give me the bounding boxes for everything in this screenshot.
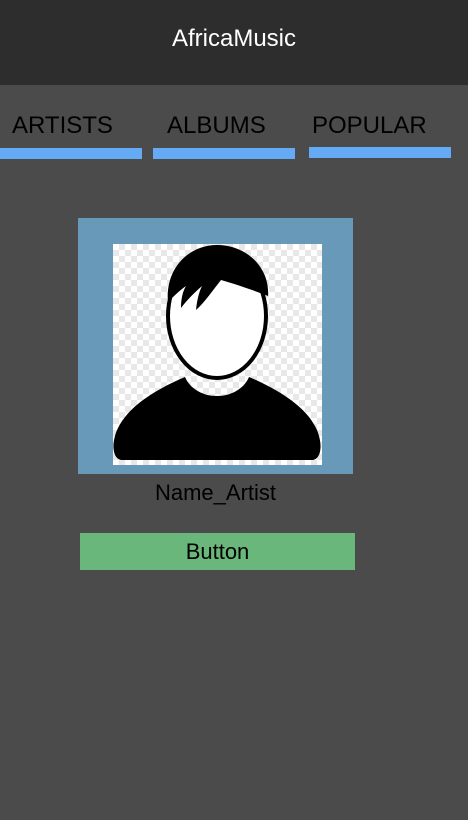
tab-artists-indicator [0, 148, 142, 159]
tab-popular-indicator [309, 147, 451, 158]
app-title: AfricaMusic [171, 24, 297, 52]
user-silhouette-icon [113, 245, 321, 460]
tab-albums-indicator [153, 148, 295, 159]
tab-popular[interactable]: POPULAR [309, 112, 451, 160]
tab-artists[interactable]: ARTISTS [0, 112, 142, 160]
artist-card[interactable] [78, 218, 353, 474]
tab-artists-label: ARTISTS [12, 112, 113, 139]
action-button[interactable]: Button [80, 533, 355, 570]
app-bar: AfricaMusic [0, 0, 468, 85]
artist-photo [113, 244, 322, 465]
tab-albums[interactable]: ALBUMS [153, 112, 295, 160]
tab-popular-label: POPULAR [312, 112, 427, 139]
artist-name: Name_Artist [154, 480, 277, 505]
tab-albums-label: ALBUMS [167, 112, 266, 139]
